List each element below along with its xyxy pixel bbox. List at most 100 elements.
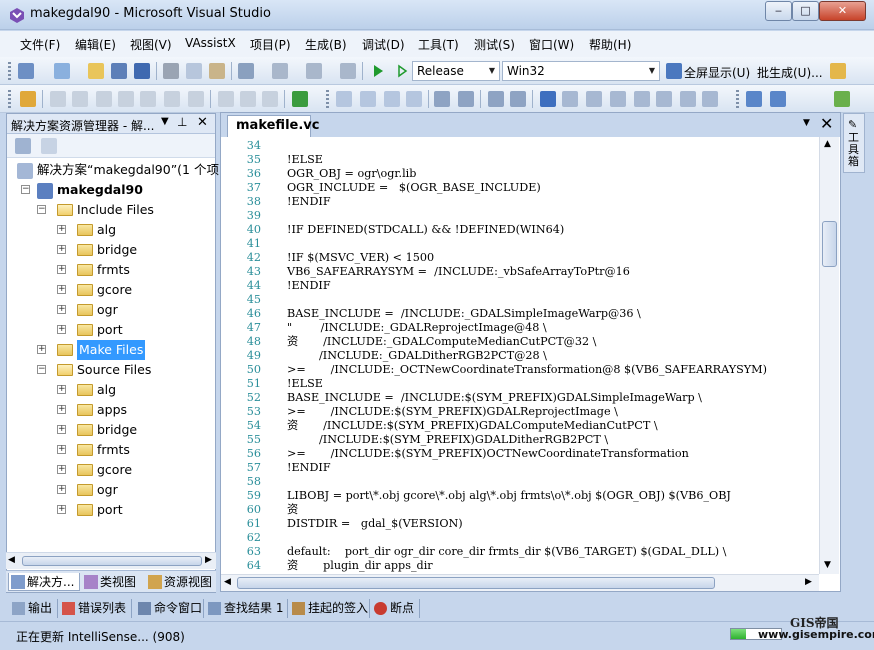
menu-help[interactable]: 帮助(H): [589, 36, 631, 53]
grid-icon[interactable]: [770, 91, 786, 107]
start-debugging-icon[interactable]: [370, 63, 386, 79]
tree-item-folder[interactable]: + alg: [11, 220, 215, 240]
menu-build[interactable]: 生成(B): [305, 36, 347, 53]
next-bookmark-icon[interactable]: [586, 91, 602, 107]
parameter-info-icon[interactable]: [360, 91, 376, 107]
tree-item-source-files[interactable]: − Source Files: [11, 360, 215, 380]
collapse-icon[interactable]: −: [37, 365, 46, 374]
scroll-left-icon[interactable]: ◀: [224, 577, 231, 587]
expand-icon[interactable]: +: [57, 405, 66, 414]
fullscreen-button[interactable]: 全屏显示(U): [684, 64, 750, 81]
toolbar-grip[interactable]: [8, 90, 11, 108]
start-without-debugging-icon[interactable]: [394, 63, 410, 79]
tab-pending-checkins[interactable]: 挂起的签入: [290, 599, 370, 618]
cut-icon[interactable]: [163, 63, 179, 79]
comment-icon[interactable]: [488, 91, 504, 107]
tab-resource-view[interactable]: 资源视图: [146, 573, 214, 591]
add-item-icon[interactable]: [54, 63, 70, 79]
expand-icon[interactable]: +: [57, 385, 66, 394]
tree-item-solution[interactable]: 解决方案“makegdal90”(1 个项: [11, 160, 219, 180]
expand-icon[interactable]: +: [57, 265, 66, 274]
solution-explorer-horizontal-scrollbar[interactable]: ◀ ▶: [6, 552, 216, 569]
clear-bookmarks-icon[interactable]: [702, 91, 718, 107]
pin-icon[interactable]: ⊥: [177, 115, 187, 129]
share-icon[interactable]: [240, 91, 256, 107]
menu-debug[interactable]: 调试(D): [362, 36, 405, 53]
tab-output[interactable]: 输出: [10, 599, 58, 618]
collapse-icon[interactable]: −: [21, 185, 30, 194]
tab-command-window[interactable]: 命令窗口: [136, 599, 204, 618]
scroll-up-icon[interactable]: ▲: [824, 139, 831, 149]
tree-item-folder[interactable]: + port: [11, 500, 215, 520]
previous-bookmark-document-icon[interactable]: [656, 91, 672, 107]
tab-breakpoints[interactable]: 断点: [372, 599, 420, 618]
tab-solution-explorer[interactable]: 解决方...: [8, 573, 80, 591]
close-button[interactable]: ✕: [819, 1, 866, 21]
expand-icon[interactable]: +: [37, 345, 46, 354]
history-icon[interactable]: [164, 91, 180, 107]
tree-item-folder[interactable]: + ogr: [11, 300, 215, 320]
compare-icon[interactable]: [188, 91, 204, 107]
show-all-files-icon[interactable]: [41, 138, 57, 154]
menu-view[interactable]: 视图(V): [130, 36, 172, 53]
expand-icon[interactable]: +: [57, 225, 66, 234]
complete-word-icon[interactable]: [406, 91, 422, 107]
solution-configuration-dropdown[interactable]: Release ▼: [412, 61, 500, 81]
save-all-icon[interactable]: [134, 63, 150, 79]
menu-test[interactable]: 测试(S): [474, 36, 515, 53]
scroll-down-icon[interactable]: ▼: [824, 560, 831, 570]
properties-icon[interactable]: [15, 138, 31, 154]
batch-build-button[interactable]: 批生成(U)...: [757, 64, 823, 81]
fullscreen-icon[interactable]: [666, 63, 682, 79]
expand-icon[interactable]: +: [57, 445, 66, 454]
tree-item-folder[interactable]: + frmts: [11, 440, 215, 460]
undo-icon[interactable]: [238, 63, 254, 79]
decrease-indent-icon[interactable]: [434, 91, 450, 107]
next-bookmark-document-icon[interactable]: [680, 91, 696, 107]
tree-item-folder[interactable]: + port: [11, 320, 215, 340]
scroll-left-icon[interactable]: ◀: [8, 555, 15, 565]
copy-icon[interactable]: [186, 63, 202, 79]
tree-item-make-files[interactable]: + Make Files: [11, 340, 215, 360]
expand-icon[interactable]: +: [57, 325, 66, 334]
redo-icon[interactable]: [272, 63, 288, 79]
save-icon[interactable]: [111, 63, 127, 79]
minimize-button[interactable]: ‒: [765, 1, 792, 21]
active-files-dropdown-icon[interactable]: ▼: [803, 118, 810, 128]
menu-file[interactable]: 文件(F): [20, 36, 60, 53]
expand-icon[interactable]: +: [57, 485, 66, 494]
dropdown-arrow-icon[interactable]: ▼: [161, 116, 169, 127]
expand-icon[interactable]: +: [57, 245, 66, 254]
tab-class-view[interactable]: 类视图: [82, 573, 144, 591]
paste-icon[interactable]: [209, 63, 225, 79]
navigate-backward-icon[interactable]: [306, 63, 322, 79]
editor-horizontal-scrollbar[interactable]: ◀ ▶: [221, 574, 819, 591]
collapse-icon[interactable]: −: [37, 205, 46, 214]
tab-error-list[interactable]: 错误列表: [60, 599, 132, 618]
find-in-files-icon[interactable]: [830, 63, 846, 79]
previous-bookmark-icon[interactable]: [562, 91, 578, 107]
menu-tools[interactable]: 工具(T): [418, 36, 459, 53]
tab-find-results[interactable]: 查找结果 1: [206, 599, 288, 618]
layout-icon[interactable]: [746, 91, 762, 107]
tree-item-folder[interactable]: + bridge: [11, 420, 215, 440]
tree-item-project[interactable]: − makegdal90: [11, 180, 215, 200]
toolbar-grip[interactable]: [8, 62, 11, 80]
solution-platform-dropdown[interactable]: Win32 ▼: [502, 61, 660, 81]
expand-icon[interactable]: +: [57, 505, 66, 514]
tree-item-include-files[interactable]: − Include Files: [11, 200, 215, 220]
checkmark-green-icon[interactable]: [292, 91, 308, 107]
expand-icon[interactable]: +: [57, 285, 66, 294]
scroll-right-icon[interactable]: ▶: [805, 577, 812, 587]
tree-item-folder[interactable]: + frmts: [11, 260, 215, 280]
undo-checkout-icon[interactable]: [140, 91, 156, 107]
expand-icon[interactable]: +: [57, 465, 66, 474]
close-panel-icon[interactable]: ✕: [197, 115, 208, 130]
menu-edit[interactable]: 编辑(E): [75, 36, 116, 53]
new-project-icon[interactable]: [18, 63, 34, 79]
tab-makefile[interactable]: makefile.vc: [227, 115, 319, 137]
navigate-forward-icon[interactable]: [340, 63, 356, 79]
open-folder-icon[interactable]: [88, 63, 104, 79]
expand-icon[interactable]: +: [57, 305, 66, 314]
source-control-icon[interactable]: [20, 91, 36, 107]
